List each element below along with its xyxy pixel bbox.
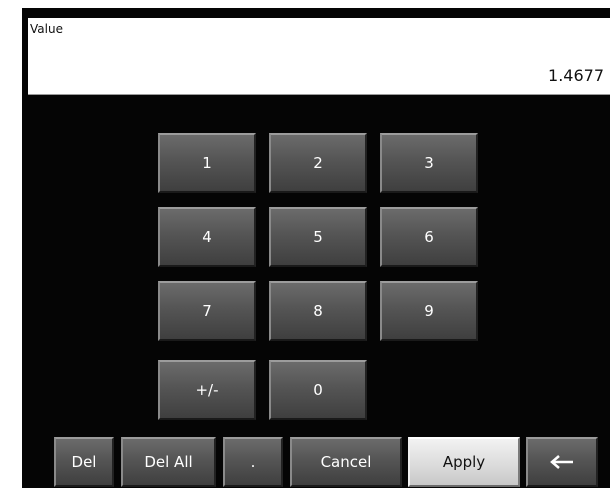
key-1-button[interactable]: 1	[158, 133, 256, 193]
value-label: Value	[30, 22, 63, 36]
key-3-button[interactable]: 3	[380, 133, 478, 193]
del-all-button[interactable]: Del All	[121, 437, 216, 487]
key-5-button[interactable]: 5	[269, 207, 367, 267]
value-display: 1.4677	[548, 66, 604, 85]
key-6-button[interactable]: 6	[380, 207, 478, 267]
apply-button[interactable]: Apply	[408, 437, 520, 487]
key-0-button[interactable]: 0	[269, 360, 367, 420]
numeric-keypad-dialog: Value 1.4677 1 2 3 4 5 6 7 8 9 +/- 0 Del…	[0, 0, 610, 488]
key-8-button[interactable]: 8	[269, 281, 367, 341]
plus-minus-button[interactable]: +/-	[158, 360, 256, 420]
backspace-button[interactable]	[526, 437, 598, 487]
decimal-point-button[interactable]: .	[223, 437, 283, 487]
key-2-button[interactable]: 2	[269, 133, 367, 193]
key-7-button[interactable]: 7	[158, 281, 256, 341]
left-arrow-icon	[549, 454, 575, 470]
value-display-box: Value 1.4677	[28, 18, 610, 95]
key-9-button[interactable]: 9	[380, 281, 478, 341]
del-button[interactable]: Del	[54, 437, 114, 487]
cancel-button[interactable]: Cancel	[290, 437, 402, 487]
key-4-button[interactable]: 4	[158, 207, 256, 267]
